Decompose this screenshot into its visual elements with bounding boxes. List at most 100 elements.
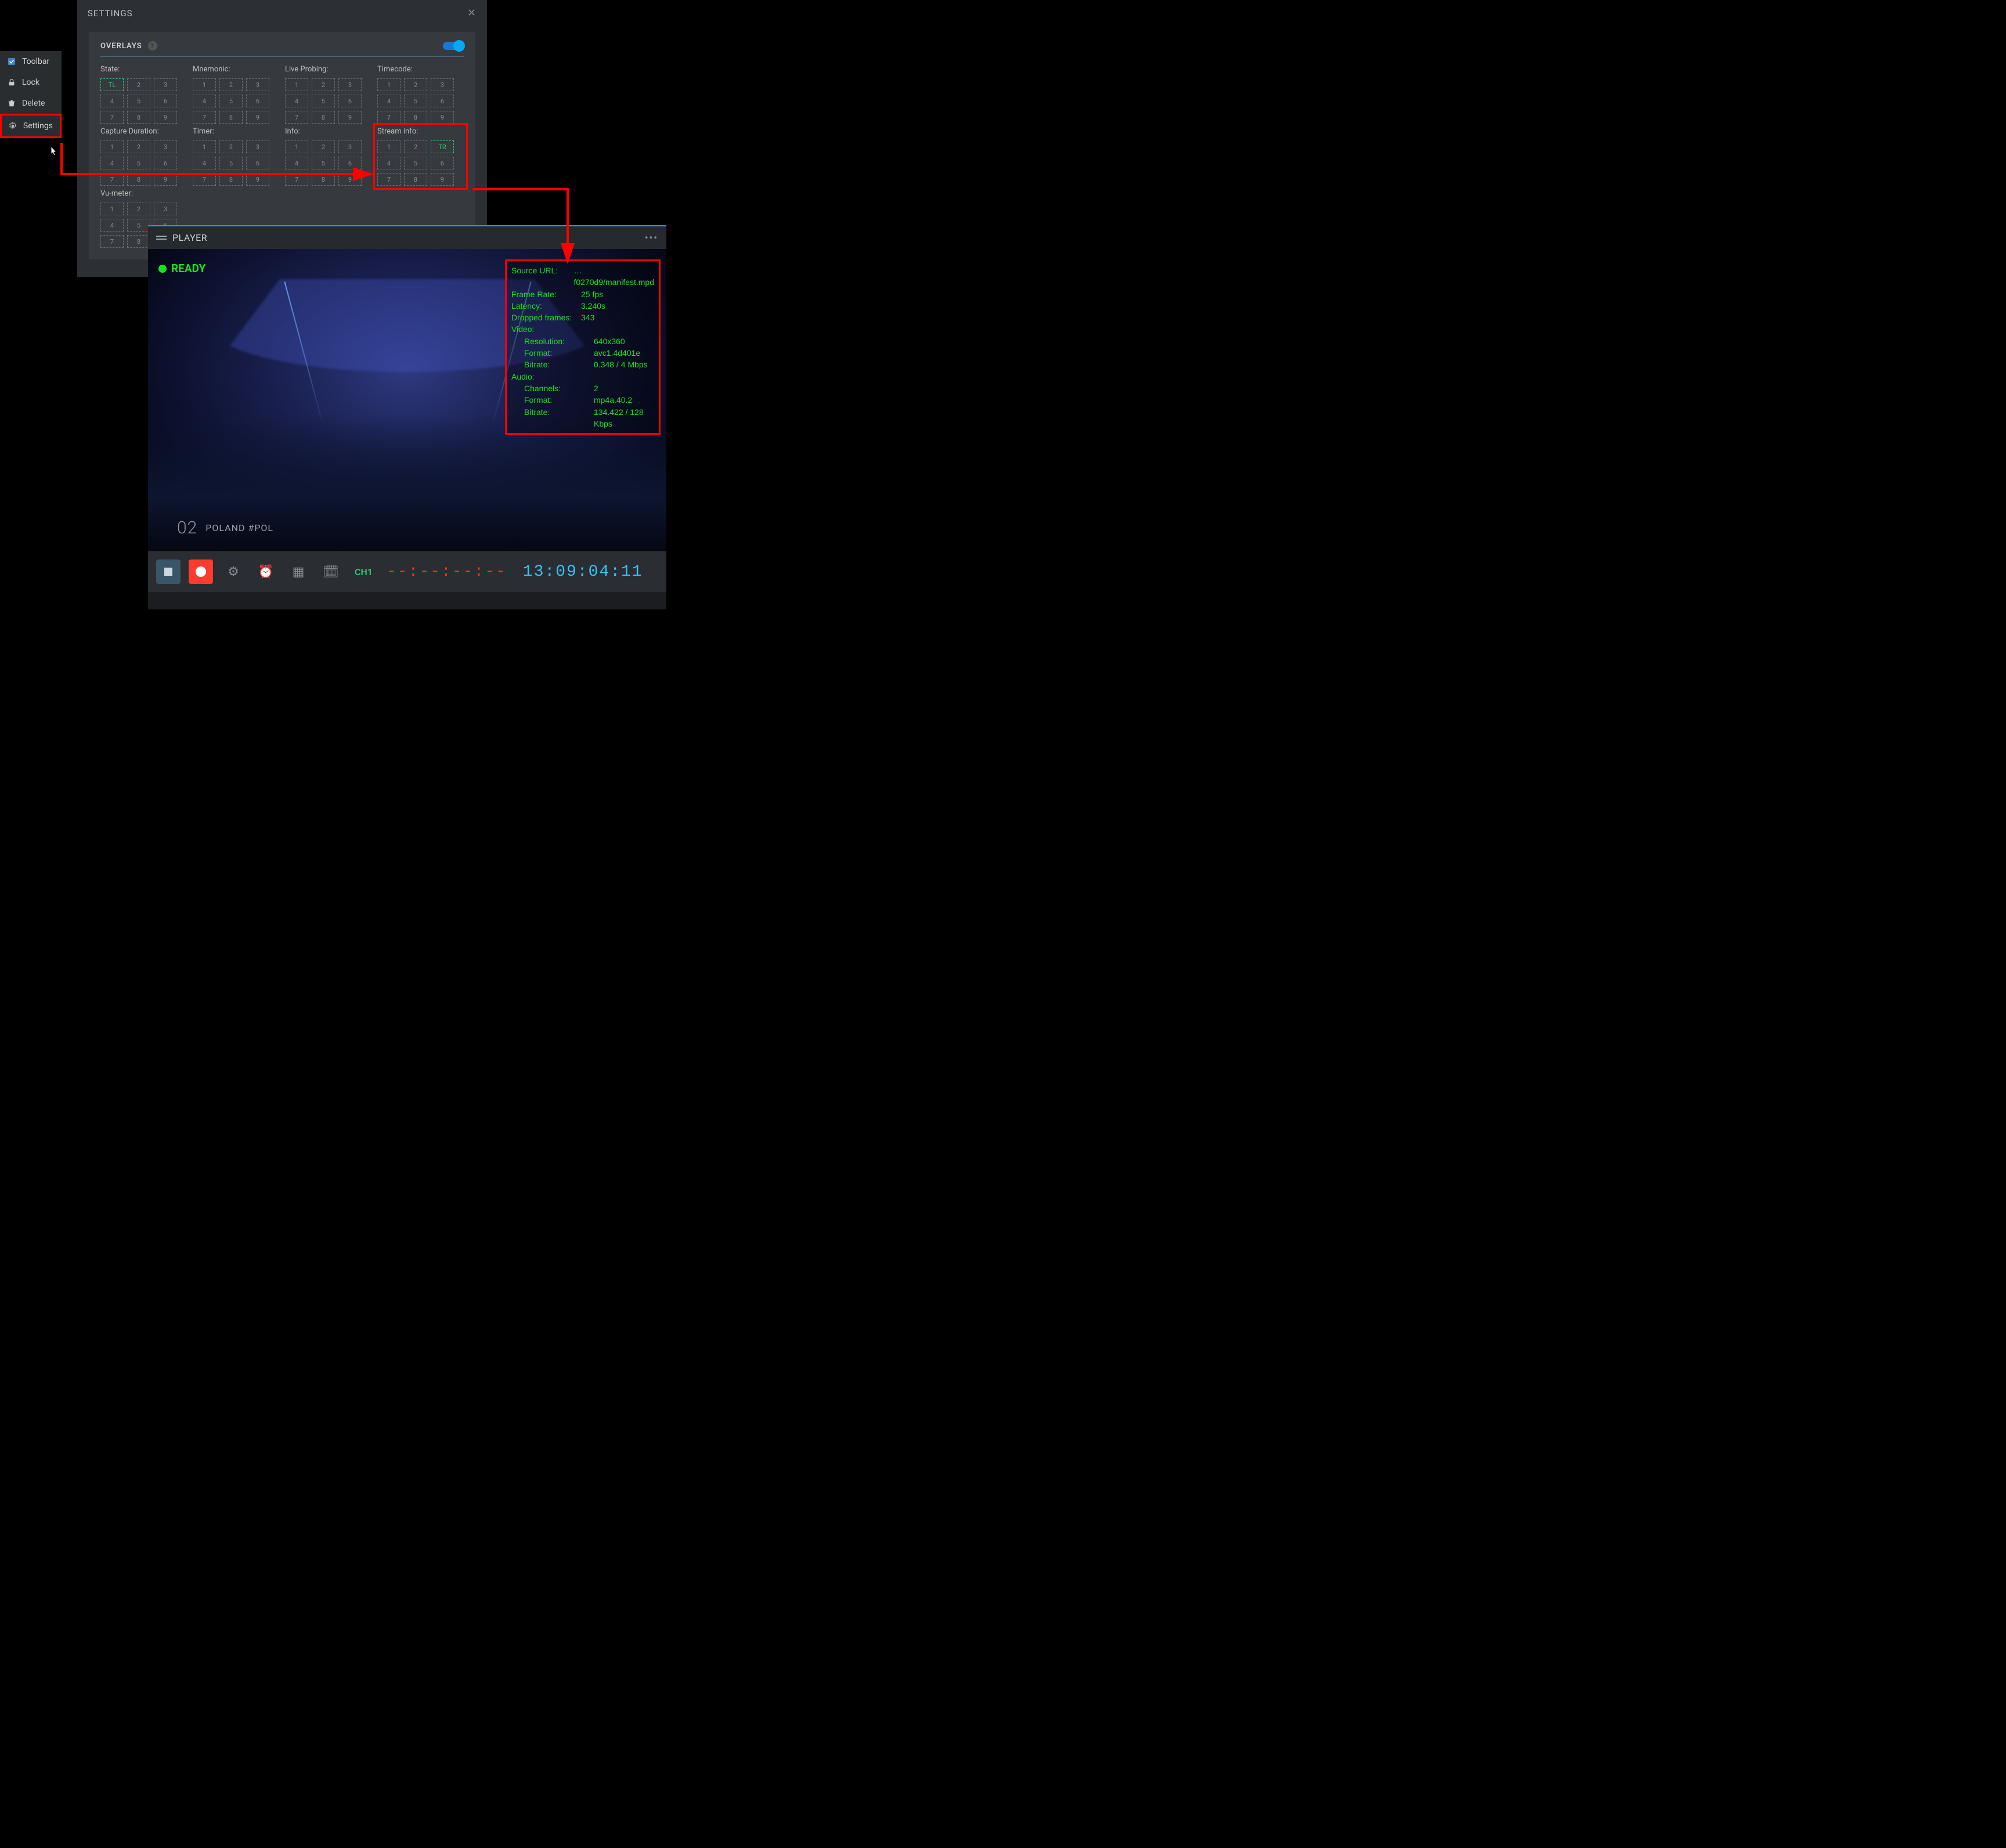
overlay-position-cell[interactable]: 2 — [127, 203, 150, 215]
overlay-position-cell[interactable]: 3 — [246, 78, 269, 91]
overlay-position-cell[interactable]: 1 — [285, 140, 308, 153]
close-icon[interactable]: ✕ — [467, 7, 477, 19]
overlay-position-cell[interactable]: 5 — [127, 157, 150, 169]
overlay-position-cell[interactable]: 8 — [127, 235, 150, 248]
context-item-lock[interactable]: Lock — [0, 72, 62, 93]
overlay-position-cell[interactable]: 3 — [154, 140, 177, 153]
calendar-button[interactable]: 🗓 — [319, 560, 343, 584]
overlay-position-cell[interactable]: 9 — [246, 173, 269, 186]
stream-info-label: Frame Rate: — [511, 288, 581, 300]
overlay-position-cell[interactable]: 6 — [246, 157, 269, 169]
overlay-position-cell[interactable]: 5 — [404, 95, 427, 107]
overlay-position-cell[interactable]: 6 — [154, 95, 177, 107]
overlay-position-cell[interactable]: 9 — [338, 111, 362, 124]
overlay-position-cell[interactable]: 5 — [127, 95, 150, 107]
grid-icon: ▦ — [293, 565, 305, 579]
overlay-position-cell[interactable]: 5 — [312, 95, 335, 107]
overlay-position-cell[interactable]: 7 — [193, 111, 216, 124]
overlay-position-cell[interactable]: 6 — [338, 95, 362, 107]
player-controls: ⚙ ⏰ ▦ 🗓 CH1 --:--:--:-- 13:09:04:11 — [148, 551, 666, 592]
overlay-position-cell[interactable]: 8 — [404, 173, 427, 186]
trash-icon — [7, 99, 16, 108]
overlay-position-cell[interactable]: 1 — [285, 78, 308, 91]
overlay-position-cell[interactable]: 4 — [193, 95, 216, 107]
overlay-position-cell[interactable]: 7 — [100, 173, 124, 186]
overlay-position-cell[interactable]: 1 — [193, 140, 216, 153]
context-item-toolbar[interactable]: Toolbar — [0, 51, 62, 72]
overlay-position-cell[interactable]: 2 — [219, 78, 243, 91]
overlay-position-cell[interactable]: 2 — [404, 140, 427, 153]
overlay-position-cell[interactable]: 7 — [193, 173, 216, 186]
overlay-position-cell[interactable]: 3 — [154, 203, 177, 215]
overlay-position-cell[interactable]: TR — [431, 140, 454, 153]
overlay-position-cell[interactable]: 8 — [312, 173, 335, 186]
overlay-position-cell[interactable]: 3 — [154, 78, 177, 91]
overlay-position-cell[interactable]: 4 — [100, 157, 124, 169]
grid-button[interactable]: ▦ — [286, 560, 311, 584]
overlay-position-cell[interactable]: 7 — [100, 235, 124, 248]
alarm-button[interactable]: ⏰ — [254, 560, 278, 584]
overlay-position-cell[interactable]: TL — [100, 78, 124, 91]
overlay-position-cell[interactable]: 1 — [377, 140, 401, 153]
overlay-position-cell[interactable]: 7 — [285, 173, 308, 186]
overlay-position-cell[interactable]: 7 — [100, 111, 124, 124]
overlay-position-cell[interactable]: 5 — [312, 157, 335, 169]
overlay-position-cell[interactable]: 7 — [377, 173, 401, 186]
overlay-position-cell[interactable]: 9 — [154, 173, 177, 186]
overlay-position-cell[interactable]: 5 — [127, 219, 150, 232]
overlay-position-cell[interactable]: 8 — [127, 173, 150, 186]
overlay-position-cell[interactable]: 9 — [431, 111, 454, 124]
overlay-position-cell[interactable]: 2 — [312, 78, 335, 91]
overlay-position-cell[interactable]: 6 — [431, 95, 454, 107]
overlay-position-cell[interactable]: 3 — [338, 78, 362, 91]
drag-handle-icon[interactable] — [156, 236, 167, 240]
overlays-toggle[interactable] — [443, 42, 464, 50]
overlay-position-cell[interactable]: 7 — [377, 111, 401, 124]
overlay-position-cell[interactable]: 4 — [193, 157, 216, 169]
overlay-position-cell[interactable]: 8 — [312, 111, 335, 124]
overlay-position-cell[interactable]: 9 — [338, 173, 362, 186]
overlay-position-cell[interactable]: 2 — [312, 140, 335, 153]
overlay-position-cell[interactable]: 4 — [100, 219, 124, 232]
more-icon[interactable]: ••• — [645, 232, 658, 243]
overlay-position-cell[interactable]: 6 — [338, 157, 362, 169]
overlay-position-cell[interactable]: 8 — [404, 111, 427, 124]
overlay-position-cell[interactable]: 5 — [219, 157, 243, 169]
overlay-position-cell[interactable]: 4 — [377, 95, 401, 107]
overlay-position-cell[interactable]: 1 — [100, 203, 124, 215]
overlay-position-cell[interactable]: 5 — [219, 95, 243, 107]
overlay-position-cell[interactable]: 8 — [219, 111, 243, 124]
overlay-position-cell[interactable]: 2 — [404, 78, 427, 91]
overlay-position-cell[interactable]: 2 — [219, 140, 243, 153]
overlay-position-cell[interactable]: 6 — [431, 157, 454, 169]
overlay-position-cell[interactable]: 6 — [246, 95, 269, 107]
overlay-position-cell[interactable]: 1 — [193, 78, 216, 91]
stop-button[interactable] — [156, 560, 181, 584]
overlay-position-cell[interactable]: 8 — [219, 173, 243, 186]
overlay-position-cell[interactable]: 3 — [246, 140, 269, 153]
channel-label: CH1 — [355, 566, 373, 578]
overlay-position-cell[interactable]: 9 — [246, 111, 269, 124]
overlay-position-cell[interactable]: 1 — [377, 78, 401, 91]
record-button[interactable] — [189, 560, 213, 584]
overlay-position-cell[interactable]: 5 — [404, 157, 427, 169]
overlay-position-cell[interactable]: 3 — [431, 78, 454, 91]
overlay-position-cell[interactable]: 9 — [431, 173, 454, 186]
overlay-position-cell[interactable]: 4 — [377, 157, 401, 169]
overlay-position-cell[interactable]: 1 — [100, 140, 124, 153]
overlay-position-cell[interactable]: 9 — [154, 111, 177, 124]
overlay-position-cell[interactable]: 4 — [285, 157, 308, 169]
context-item-settings[interactable]: Settings — [0, 114, 62, 138]
overlay-position-cell[interactable]: 7 — [285, 111, 308, 124]
overlay-position-cell[interactable]: 4 — [285, 95, 308, 107]
overlay-position-cell[interactable]: 2 — [127, 140, 150, 153]
overlay-position-cell[interactable]: 3 — [338, 140, 362, 153]
overlay-position-cell[interactable]: 4 — [100, 95, 124, 107]
overlay-position-cell[interactable]: 8 — [127, 111, 150, 124]
settings-button[interactable]: ⚙ — [221, 560, 246, 584]
overlay-position-cell[interactable]: 2 — [127, 78, 150, 91]
help-icon[interactable]: ? — [148, 41, 157, 50]
overlay-group-label: Timer: — [193, 127, 279, 136]
overlay-position-cell[interactable]: 6 — [154, 157, 177, 169]
context-item-delete[interactable]: Delete — [0, 93, 62, 114]
